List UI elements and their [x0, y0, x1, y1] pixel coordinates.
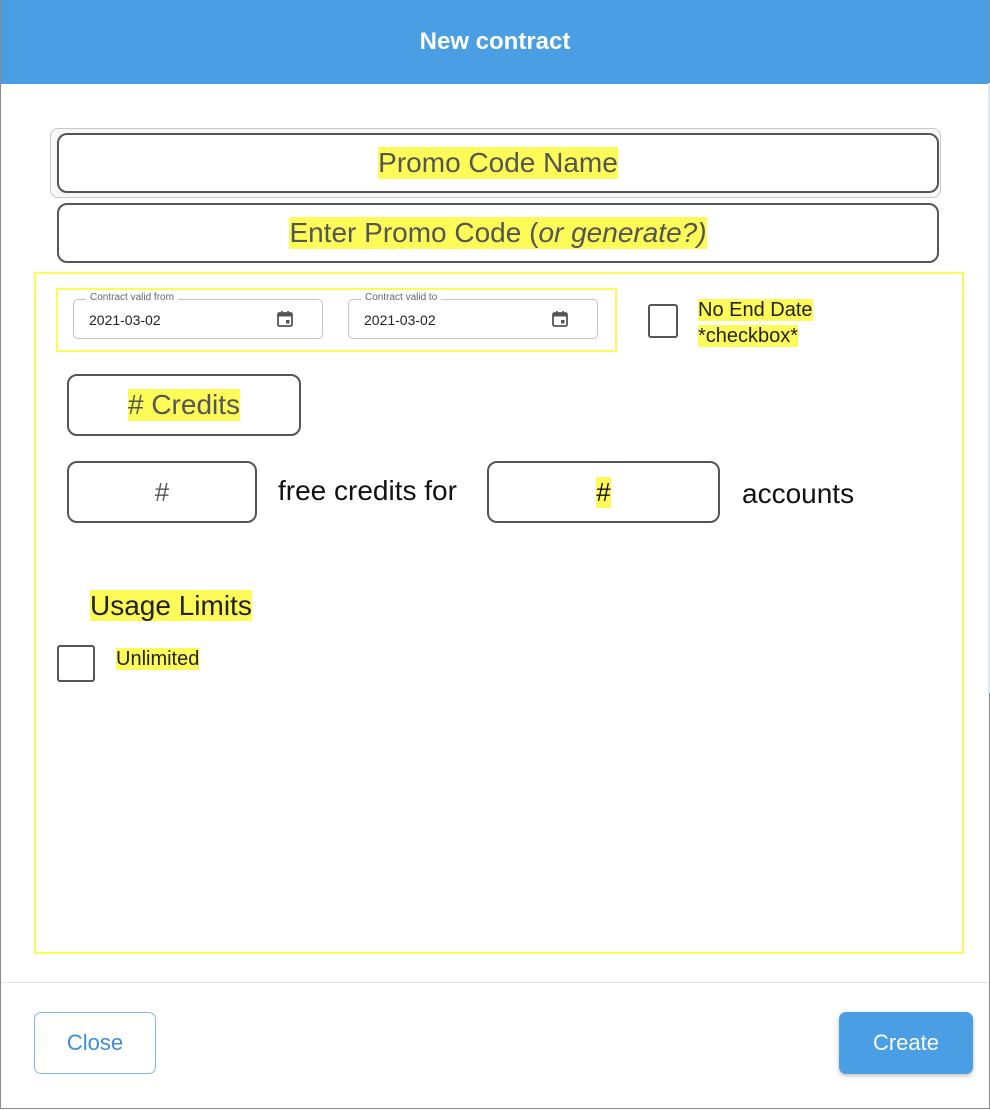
promo-code-input[interactable]: Enter Promo Code (or generate?) [57, 203, 939, 263]
unlimited-checkbox[interactable] [57, 645, 95, 682]
contract-valid-from-field[interactable]: Contract valid from 2021-03-02 [73, 292, 323, 339]
promo-name-input[interactable]: Promo Code Name [57, 133, 939, 193]
contract-valid-from-label: Contract valid from [86, 292, 178, 303]
calendar-icon[interactable] [276, 310, 294, 328]
free-credits-text: free credits for [278, 475, 457, 506]
free-credits-count-input[interactable]: # [67, 461, 257, 523]
no-end-date-checkbox[interactable] [648, 304, 678, 338]
footer-divider [1, 982, 989, 983]
dialog-header: New contract [1, 0, 989, 84]
accounts-text: accounts [742, 478, 855, 509]
free-credits-count-placeholder: # [154, 476, 170, 507]
calendar-icon[interactable] [551, 310, 569, 328]
contract-valid-from-value: 2021-03-02 [89, 312, 161, 328]
create-button[interactable]: Create [839, 1012, 973, 1074]
close-button[interactable]: Close [34, 1012, 156, 1074]
contract-valid-to-field[interactable]: Contract valid to 2021-03-02 [348, 292, 598, 339]
unlimited-label: Unlimited [116, 648, 200, 670]
usage-limits-heading: Usage Limits [90, 590, 252, 621]
contract-valid-to-value: 2021-03-02 [364, 312, 436, 328]
credits-placeholder: # Credits [127, 389, 241, 421]
no-end-date-label: No End Date *checkbox* [698, 299, 813, 347]
accounts-count-input[interactable]: # [487, 461, 720, 523]
promo-name-placeholder: Promo Code Name [378, 147, 618, 179]
accounts-count-placeholder: # [596, 476, 611, 508]
credits-input[interactable]: # Credits [67, 374, 301, 436]
new-contract-dialog: New contract Promo Code Name Enter Promo… [0, 0, 990, 1109]
promo-code-placeholder: Enter Promo Code (or generate?) [289, 217, 707, 249]
contract-valid-to-label: Contract valid to [361, 292, 442, 303]
dialog-title: New contract [419, 28, 571, 55]
